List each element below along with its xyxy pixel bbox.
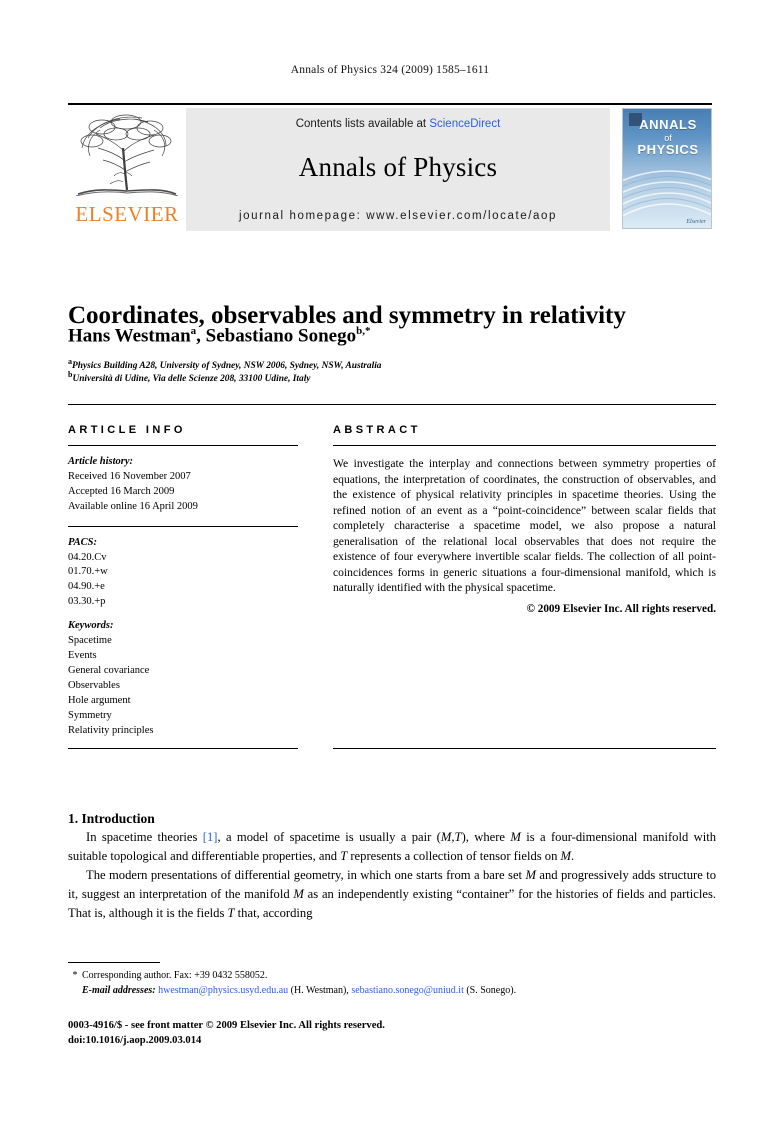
keyword-item: Symmetry <box>68 709 112 721</box>
cover-title-line1: ANNALS <box>639 117 697 132</box>
pacs-item: 04.90.+e <box>68 581 105 593</box>
abstract-divider <box>333 445 716 446</box>
article-history-online: Available online 16 April 2009 <box>68 500 198 512</box>
footnote-block: * Corresponding author. Fax: +39 0432 558… <box>68 968 716 998</box>
email-link-sonego[interactable]: sebastiano.sonego@uniud.it <box>351 985 464 996</box>
article-history-block: Article history: Received 16 November 20… <box>68 455 298 515</box>
pacs-item: 03.30.+p <box>68 596 106 608</box>
journal-homepage-link[interactable]: journal homepage: www.elsevier.com/locat… <box>186 210 610 222</box>
journal-masthead: ELSEVIER Contents lists available at Sci… <box>68 103 712 231</box>
pacs-label: PACS: <box>68 536 97 548</box>
email-link-westman[interactable]: hwestman@physics.usyd.edu.au <box>158 985 288 996</box>
article-first-page: Annals of Physics 324 (2009) 1585–1611 E… <box>0 0 780 1134</box>
sciencedirect-link[interactable]: ScienceDirect <box>429 118 500 130</box>
pacs-block: PACS: 04.20.Cv 01.70.+w 04.90.+e 03.30.+… <box>68 536 298 611</box>
issn-line: 0003-4916/$ - see front matter © 2009 El… <box>68 1020 385 1031</box>
keyword-item: Spacetime <box>68 635 112 647</box>
abstract-heading: ABSTRACT <box>333 424 421 436</box>
divider-under-authors <box>68 404 716 405</box>
author-list: Hans Westmana, Sebastiano Sonegob,* <box>68 325 371 347</box>
elsevier-wordmark: ELSEVIER <box>75 202 179 226</box>
cover-brand-label: Elsevier <box>686 219 706 225</box>
running-head: Annals of Physics 324 (2009) 1585–1611 <box>290 64 490 76</box>
keywords-block: Keywords: Spacetime Events General covar… <box>68 619 298 738</box>
article-info-heading: ARTICLE INFO <box>68 424 186 436</box>
asterisk-icon: * <box>72 970 78 981</box>
body-text: In spacetime theories [1], a model of sp… <box>68 828 716 922</box>
body-paragraph: The modern presentations of differential… <box>68 867 716 920</box>
journal-title: Annals of Physics <box>298 152 498 182</box>
article-history-label: Article history: <box>68 456 134 467</box>
email-owner-sonego: (S. Sonego). <box>466 985 517 996</box>
keyword-item: Relativity principles <box>68 724 154 736</box>
contents-prefix: Contents lists available at <box>295 118 430 130</box>
imprint-block: 0003-4916/$ - see front matter © 2009 El… <box>68 1018 716 1049</box>
journal-cover-thumbnail: ANNALS of PHYSICS Elsevier <box>610 108 712 231</box>
elsevier-logo: ELSEVIER <box>68 108 186 231</box>
corresponding-author-note: * Corresponding author. Fax: +39 0432 558… <box>68 968 716 983</box>
pacs-item: 01.70.+w <box>68 566 108 578</box>
contents-available-line: Contents lists available at ScienceDirec… <box>186 118 610 130</box>
cover-title: ANNALS of PHYSICS <box>623 117 711 157</box>
section-title-introduction: 1. Introduction <box>68 811 155 827</box>
pacs-list: 04.20.Cv 01.70.+w 04.90.+e 03.30.+p <box>68 551 298 611</box>
keyword-item: Hole argument <box>68 694 131 706</box>
body-paragraph: In spacetime theories [1], a model of sp… <box>68 830 717 863</box>
elsevier-tree-icon <box>75 114 179 196</box>
keyword-item: Events <box>68 649 97 661</box>
abstract-text: We investigate the interplay and connect… <box>333 457 716 595</box>
divider-below-abstract <box>333 748 716 749</box>
abstract-copyright: © 2009 Elsevier Inc. All rights reserved… <box>526 602 716 615</box>
cover-title-line3: PHYSICS <box>637 141 699 157</box>
article-history-accepted: Accepted 16 March 2009 <box>68 485 175 497</box>
article-history-received: Received 16 November 2007 <box>68 470 191 482</box>
pacs-divider <box>68 525 298 527</box>
article-info-divider <box>68 445 298 446</box>
masthead-center-panel: Contents lists available at ScienceDirec… <box>186 108 610 231</box>
email-owner-westman: (H. Westman), <box>290 985 349 996</box>
keyword-item: General covariance <box>68 664 150 676</box>
keywords-list: Spacetime Events General covariance Obse… <box>68 634 298 738</box>
doi-line: doi:10.1016/j.aop.2009.03.014 <box>68 1035 202 1047</box>
email-note: E-mail addresses: hwestman@physics.usyd.… <box>68 983 716 998</box>
corresponding-author-text: Corresponding author. Fax: +39 0432 5580… <box>82 970 268 981</box>
article-info-column: ARTICLE INFO Article history: Received 1… <box>68 424 298 738</box>
keyword-item: Observables <box>68 679 120 691</box>
pacs-item: 04.20.Cv <box>68 551 107 563</box>
abstract-column: ABSTRACT We investigate the interplay an… <box>333 424 716 615</box>
affiliation-b: bUniversità di Udine, Via delle Scienze … <box>68 370 311 385</box>
divider-below-info <box>68 748 298 749</box>
affiliation-b-text: Università di Udine, Via delle Scienze 2… <box>72 374 311 385</box>
email-label: E-mail addresses: <box>82 985 156 996</box>
footnote-divider <box>68 962 160 963</box>
keywords-label: Keywords: <box>68 620 114 632</box>
